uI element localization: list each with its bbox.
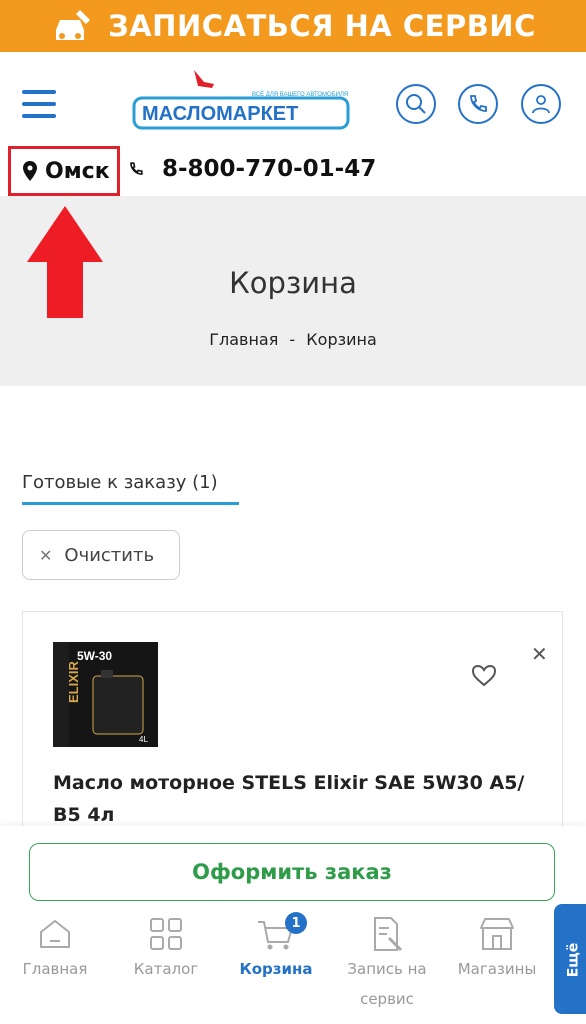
home-icon <box>40 920 70 948</box>
store-icon <box>480 918 514 950</box>
clear-cart-label: Очистить <box>64 544 155 566</box>
product-name[interactable]: Масло моторное STELS Elixir SAE 5W30 A5/… <box>53 767 543 831</box>
call-button[interactable] <box>458 84 498 124</box>
logo-tagline: ВСЁ ДЛЯ ВАШЕГО АВТОМОБИЛЯ <box>252 91 348 98</box>
phone-number: 8-800-770-01-47 <box>162 156 377 182</box>
nav-catalog[interactable]: Каталог <box>111 914 221 978</box>
nav-catalog-label: Каталог <box>133 960 199 978</box>
city-selector[interactable]: Омск <box>8 146 120 196</box>
product-image-volume: 4L <box>139 735 148 744</box>
map-pin-icon <box>23 161 37 181</box>
product-image-grade: 5W-30 <box>77 649 112 663</box>
nav-cart[interactable]: 1 Корзина <box>221 912 331 978</box>
clear-cart-button[interactable]: ✕ Очистить <box>22 530 180 580</box>
product-image[interactable]: ELIXIR 5W-30 4L <box>53 642 158 747</box>
nav-service[interactable]: Запись на сервис <box>332 914 442 1014</box>
phone-icon <box>470 95 487 112</box>
checkout-button[interactable]: Оформить заказ <box>29 843 555 901</box>
location-row: Омск 8-800-770-01-47 <box>0 144 586 196</box>
service-icon <box>374 917 403 952</box>
favorite-icon[interactable] <box>471 664 497 688</box>
car-service-icon <box>56 10 91 40</box>
banner-text: ЗАПИСАТЬСЯ НА СЕРВИС <box>108 9 536 43</box>
phone-link[interactable]: 8-800-770-01-47 <box>128 156 376 182</box>
menu-icon[interactable] <box>22 90 56 120</box>
nav-stores[interactable]: Магазины <box>442 914 552 978</box>
remove-item-icon[interactable]: ✕ <box>531 642 548 666</box>
cart-count-badge: 1 <box>285 912 307 934</box>
product-image-brand: ELIXIR <box>66 660 81 703</box>
city-name: Омск <box>45 158 110 184</box>
more-tab[interactable]: Ещё <box>554 904 586 1014</box>
search-button[interactable] <box>396 84 436 124</box>
bottom-bar: Оформить заказ Главная Каталог 1 Корзина <box>0 826 586 1024</box>
logo-text: МАСЛОМАРКЕТ <box>142 103 298 125</box>
close-icon: ✕ <box>39 545 53 565</box>
breadcrumb-home[interactable]: Главная <box>209 330 278 349</box>
breadcrumb-separator: - <box>289 330 296 349</box>
tab-ready-to-order[interactable]: Готовые к заказу (1) <box>22 472 218 493</box>
breadcrumb-current: Корзина <box>306 330 377 349</box>
site-header: МАСЛОМАРКЕТ ВСЁ ДЛЯ ВАШЕГО АВТОМОБИЛЯ <box>0 52 586 144</box>
tab-underline <box>22 502 239 505</box>
site-logo[interactable]: МАСЛОМАРКЕТ ВСЁ ДЛЯ ВАШЕГО АВТОМОБИЛЯ <box>132 66 350 136</box>
nav-cart-label: Корзина <box>239 960 313 978</box>
search-icon <box>406 94 426 114</box>
account-button[interactable] <box>521 84 561 124</box>
breadcrumb: Главная - Корзина <box>0 330 586 349</box>
bottom-nav: Главная Каталог 1 Корзина Запись на серв… <box>0 912 586 1024</box>
more-label: Ещё <box>565 942 582 978</box>
service-signup-banner[interactable]: ЗАПИСАТЬСЯ НА СЕРВИС <box>0 0 586 52</box>
nav-service-label: Запись на сервис <box>347 960 427 1008</box>
user-icon <box>532 95 550 114</box>
grid-icon <box>150 918 182 950</box>
annotation-arrow-icon <box>27 206 103 318</box>
nav-home[interactable]: Главная <box>0 914 110 978</box>
nav-home-label: Главная <box>22 960 88 978</box>
nav-stores-label: Магазины <box>457 960 537 978</box>
phone-icon <box>130 162 143 175</box>
